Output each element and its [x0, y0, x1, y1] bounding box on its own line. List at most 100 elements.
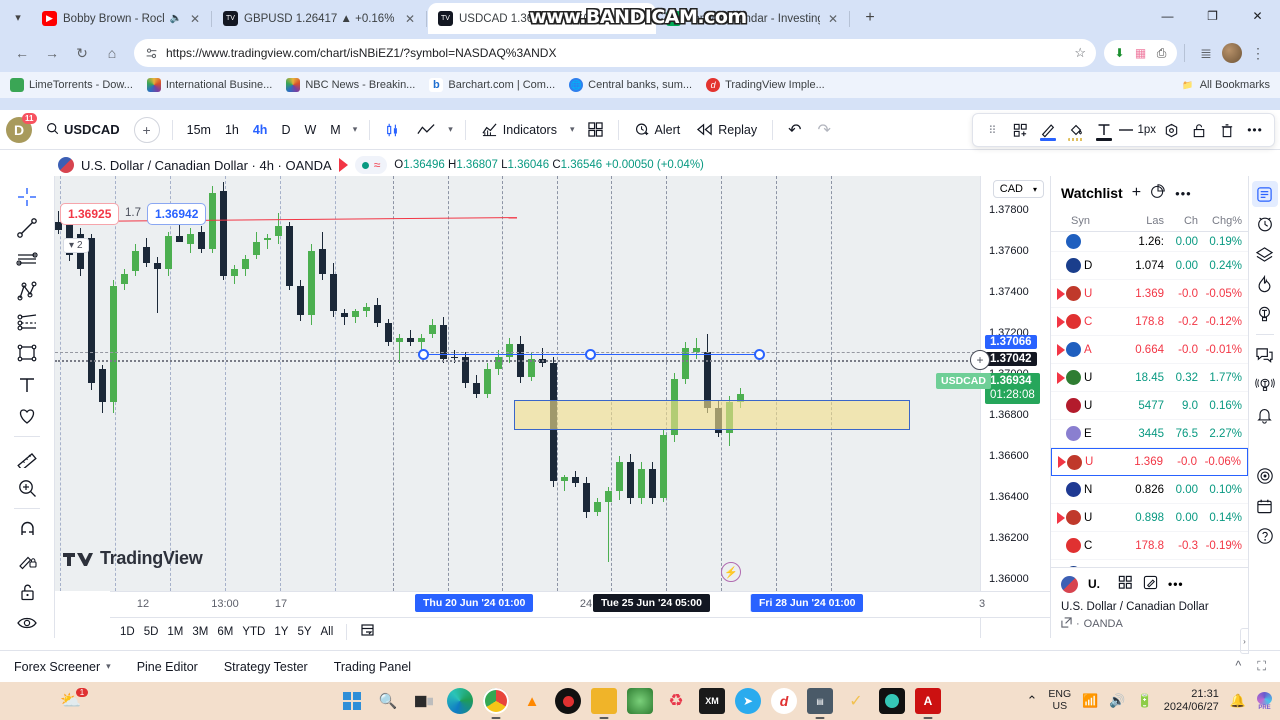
- price-box-red[interactable]: 1.36925: [60, 203, 120, 225]
- drawing-more-icon[interactable]: •••: [1242, 117, 1268, 143]
- timeframe-m[interactable]: M: [324, 119, 346, 141]
- xm-icon[interactable]: XM: [699, 688, 725, 714]
- supply-demand-zone[interactable]: [514, 400, 910, 430]
- timeframe-w[interactable]: W: [298, 119, 322, 141]
- site-settings-icon[interactable]: [144, 46, 158, 60]
- edit-icon[interactable]: [1143, 575, 1158, 593]
- lightning-event-icon[interactable]: ⚡: [721, 562, 741, 582]
- tab-close-icon[interactable]: ✕: [826, 12, 840, 26]
- object-count-chip[interactable]: ▾ 2: [63, 238, 89, 253]
- data-window-layers-icon[interactable]: [1252, 241, 1278, 267]
- redo-button[interactable]: ↷: [811, 115, 838, 145]
- acrobat-icon[interactable]: A: [915, 688, 941, 719]
- chat-icon[interactable]: [1252, 342, 1278, 368]
- range-5y[interactable]: 5Y: [297, 626, 311, 638]
- watchlist-add-button[interactable]: +: [1132, 184, 1141, 202]
- chrome-icon[interactable]: [483, 688, 509, 719]
- taskview-icon[interactable]: [411, 688, 437, 714]
- measure-ruler-icon[interactable]: [10, 442, 44, 472]
- text-icon[interactable]: [1091, 117, 1117, 143]
- replay-button[interactable]: Replay: [689, 118, 764, 142]
- back-button[interactable]: ←: [8, 39, 36, 67]
- language-indicator[interactable]: ENG US: [1048, 689, 1071, 712]
- telegram-icon[interactable]: ➤: [735, 688, 761, 714]
- watchlist-icon[interactable]: [1251, 181, 1278, 207]
- hide-drawings-eye-icon[interactable]: [10, 608, 44, 638]
- chart-type-chevron-down-icon[interactable]: ▾: [444, 124, 457, 135]
- text-tool-icon[interactable]: [10, 369, 44, 399]
- range-ytd[interactable]: YTD: [242, 626, 265, 638]
- ray-node[interactable]: [418, 349, 429, 360]
- bookmark-item[interactable]: LimeTorrents - Dow...: [10, 78, 133, 92]
- pitchfork-icon[interactable]: [10, 276, 44, 306]
- minimize-button[interactable]: —: [1145, 0, 1190, 32]
- dukascopy-icon[interactable]: d: [771, 688, 797, 714]
- watchlist-row[interactable]: E0.9620.000.38%: [1051, 560, 1248, 567]
- close-window-button[interactable]: ✕: [1235, 0, 1280, 32]
- footer-more-icon[interactable]: •••: [1168, 577, 1184, 591]
- reload-button[interactable]: ↻: [68, 39, 96, 67]
- wifi-icon[interactable]: 📶: [1082, 693, 1098, 709]
- add-on-scale-icon[interactable]: +: [970, 350, 990, 370]
- trend-line-icon[interactable]: [10, 213, 44, 243]
- price-box-blue[interactable]: 1.36942: [147, 203, 207, 225]
- legend-status-pill[interactable]: ≈: [354, 156, 388, 174]
- watchlist-row[interactable]: E 3445 76.5 2.27%: [1051, 420, 1248, 448]
- maximize-button[interactable]: ❐: [1190, 0, 1235, 32]
- bookmark-item[interactable]: d TradingView Imple...: [706, 78, 825, 92]
- ray-node[interactable]: [585, 349, 596, 360]
- tab-trading-panel[interactable]: Trading Panel: [334, 660, 411, 674]
- ray-node[interactable]: [754, 349, 765, 360]
- notification-icon[interactable]: 🔔: [1230, 693, 1246, 709]
- external-link-icon[interactable]: [1061, 617, 1072, 631]
- recorder-icon[interactable]: [555, 688, 581, 714]
- range-3m[interactable]: 3M: [192, 626, 208, 638]
- battery-icon[interactable]: 🔋: [1137, 693, 1153, 709]
- windows-start-icon[interactable]: [339, 688, 365, 714]
- rectangle-icon[interactable]: [10, 338, 44, 368]
- watchlist-row[interactable]: N 0.826 0.00 0.10%: [1051, 476, 1248, 504]
- timeframe-1h[interactable]: 1h: [219, 119, 245, 141]
- new-tab-button[interactable]: +: [857, 5, 883, 31]
- watchlist-row[interactable]: C 178.8 -0.3 -0.19%: [1051, 532, 1248, 560]
- explorer-icon[interactable]: [591, 688, 617, 719]
- watchlist-row[interactable]: 1.26: 0.00 0.19%: [1051, 232, 1248, 252]
- magnet-icon[interactable]: [10, 514, 44, 544]
- zoom-in-icon[interactable]: [10, 473, 44, 503]
- ideas-bulb-icon[interactable]: [1252, 301, 1278, 327]
- timeframe-4h[interactable]: 4h: [247, 119, 274, 141]
- volume-icon[interactable]: 🔊: [1109, 693, 1125, 709]
- indicators-chevron-down-icon[interactable]: ▾: [566, 124, 579, 135]
- clock[interactable]: 21:31 2024/06/27: [1164, 688, 1219, 714]
- range-6m[interactable]: 6M: [217, 626, 233, 638]
- bookmark-item[interactable]: b Barchart.com | Com...: [429, 78, 555, 92]
- undo-button[interactable]: ↶: [781, 115, 808, 145]
- timeframe-d[interactable]: D: [275, 119, 296, 141]
- settings-icon[interactable]: [1158, 117, 1184, 143]
- watchlist-more-icon[interactable]: •••: [1175, 186, 1192, 201]
- home-button[interactable]: ⌂: [98, 39, 126, 67]
- pink-extension-icon[interactable]: ▦: [1132, 45, 1149, 62]
- calendar-icon[interactable]: [1252, 493, 1278, 519]
- bookmark-item[interactable]: NBC News - Breakin...: [286, 78, 415, 92]
- watchlist-row[interactable]: C 178.8 -0.2 -0.12%: [1051, 308, 1248, 336]
- vlc-icon[interactable]: ▲: [519, 688, 545, 714]
- watchlist-row[interactable]: U 18.45 0.32 1.77%: [1051, 364, 1248, 392]
- trash-icon[interactable]: [1214, 117, 1240, 143]
- currency-selector[interactable]: CAD ▾: [992, 180, 1044, 198]
- templates-icon[interactable]: [1007, 117, 1033, 143]
- collapse-chevron-up-icon[interactable]: ^: [1235, 659, 1241, 674]
- stay-in-drawing-mode-icon[interactable]: [10, 545, 44, 575]
- timeframe-15m[interactable]: 15m: [181, 119, 217, 141]
- goto-date-icon[interactable]: [360, 623, 376, 641]
- browser-tab[interactable]: nomic Calendar - Investing. ✕: [656, 3, 848, 34]
- edge-icon[interactable]: [447, 688, 473, 714]
- mindbody-icon[interactable]: [879, 688, 905, 714]
- download-icon[interactable]: ⬇: [1111, 45, 1128, 62]
- pen-icon[interactable]: [1035, 117, 1061, 143]
- col-change[interactable]: Ch: [1164, 215, 1198, 227]
- drag-grip-icon[interactable]: ⠿: [979, 117, 1005, 143]
- fill-icon[interactable]: [1063, 117, 1089, 143]
- watchlist-row[interactable]: U 0.898 0.00 0.14%: [1051, 504, 1248, 532]
- profile-avatar[interactable]: [1222, 43, 1242, 63]
